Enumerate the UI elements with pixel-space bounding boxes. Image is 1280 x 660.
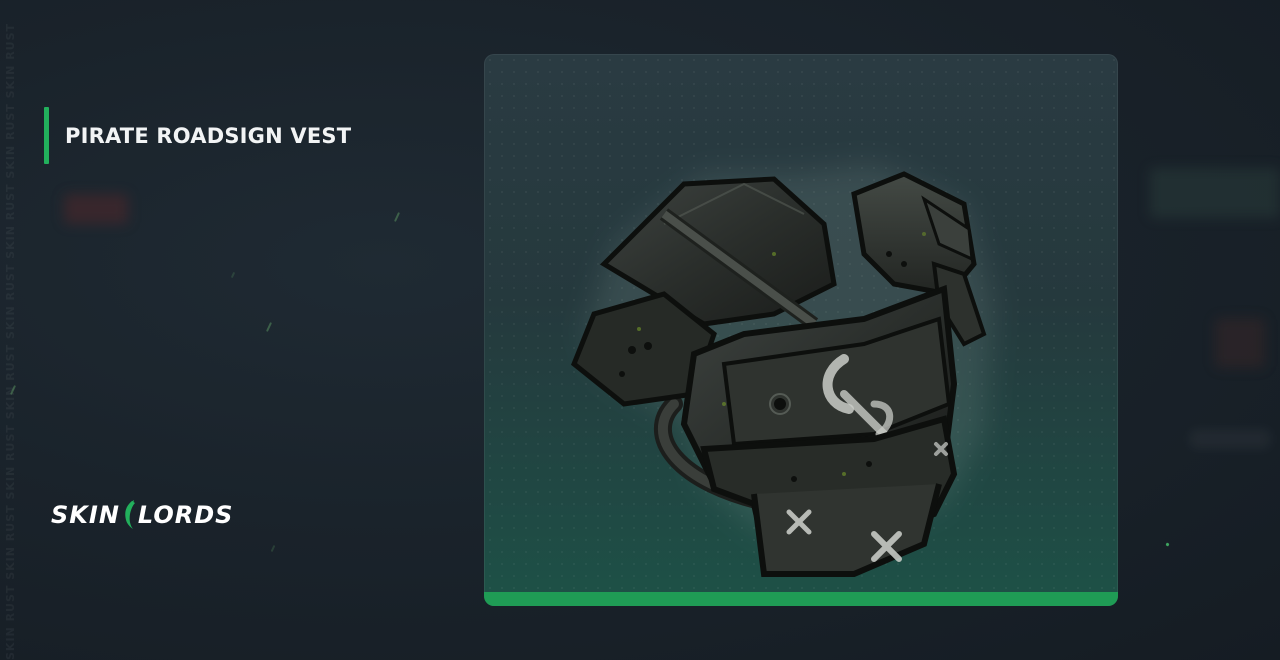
- blurred-background-panel: [1150, 168, 1280, 218]
- background-speck: [230, 271, 236, 279]
- item-image-card: [484, 54, 1118, 606]
- background-speck: [270, 544, 276, 553]
- brand-logo: SKIN LORDS: [51, 500, 233, 530]
- title-accent-bar: [44, 107, 49, 164]
- logo-text-right: LORDS: [137, 501, 234, 529]
- item-title-block: PIRATE ROADSIGN VEST: [44, 107, 351, 164]
- background-speck: [265, 322, 273, 332]
- page: SKIN RUST SKIN RUST SKIN RUST SKIN RUST …: [0, 0, 1280, 660]
- blurred-background-panel: [1190, 430, 1270, 448]
- item-title: PIRATE ROADSIGN VEST: [65, 123, 352, 148]
- background-speck: [1165, 542, 1170, 547]
- rarity-bar: [484, 592, 1118, 606]
- blurred-background-panel: [1215, 318, 1265, 368]
- logo-text-left: SKIN: [51, 501, 120, 529]
- background-speck: [393, 212, 401, 222]
- blurred-background-badge: [64, 194, 128, 224]
- armored-vest-image: [570, 164, 994, 577]
- background-watermark: SKIN RUST SKIN RUST SKIN RUST SKIN RUST …: [4, 22, 17, 660]
- green-dragon-slash-icon: [125, 500, 135, 529]
